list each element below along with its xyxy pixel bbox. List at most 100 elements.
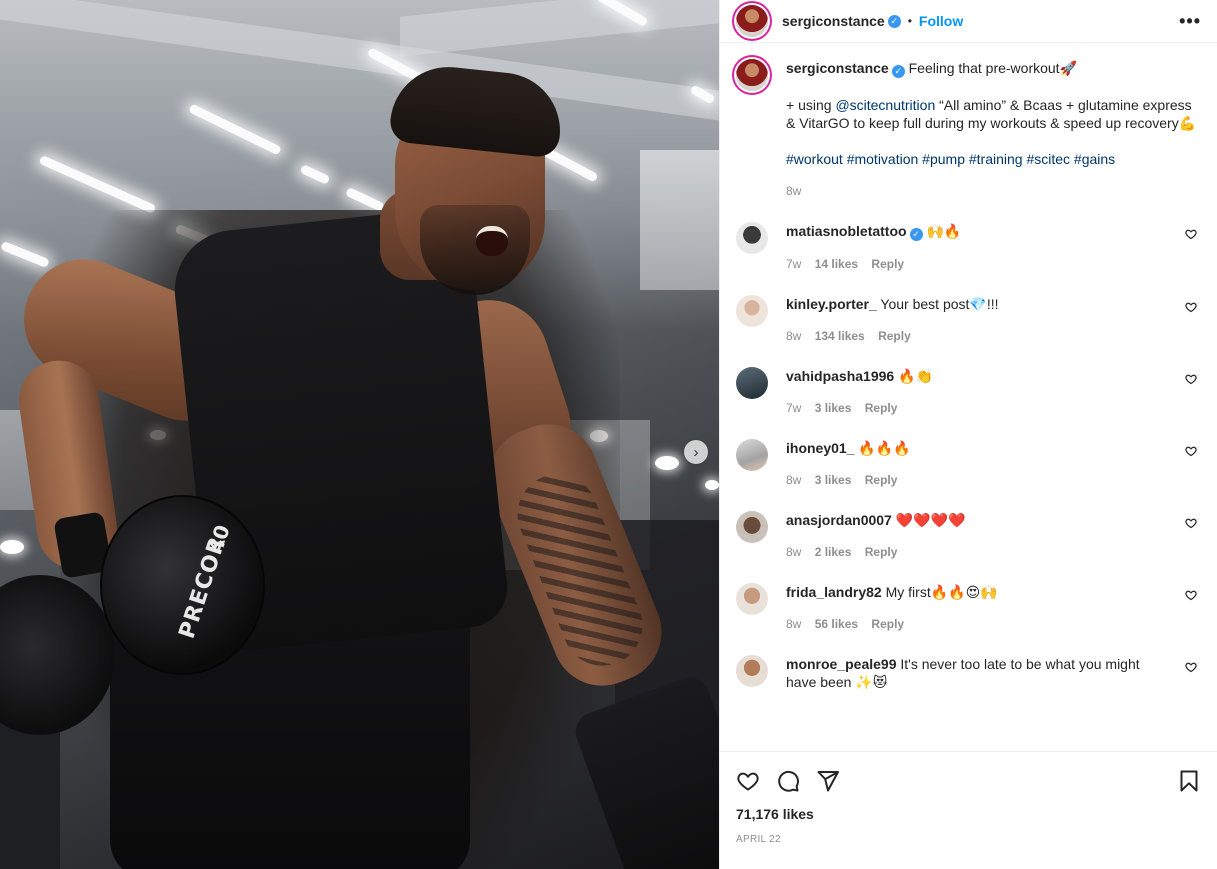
- comment-likes[interactable]: 134 likes: [815, 329, 865, 343]
- comment-time[interactable]: 8w: [786, 545, 801, 559]
- comment-username[interactable]: kinley.porter_: [786, 296, 877, 312]
- comment-body: kinley.porter_ Your best post💎!!! 8w 134…: [786, 295, 1201, 345]
- comment-item: frida_landry82 My first🔥🔥😍🙌 8w 56 likes …: [736, 583, 1201, 633]
- gym-window: [640, 150, 719, 290]
- bokeh-light: [0, 540, 24, 554]
- comment-item: vahidpasha1996 🔥👏 7w 3 likes Reply: [736, 367, 1201, 417]
- athlete-mouth: [476, 226, 508, 256]
- comment-likes[interactable]: 3 likes: [815, 473, 852, 487]
- comment-username[interactable]: monroe_peale99: [786, 656, 897, 672]
- chevron-right-icon[interactable]: ›: [684, 440, 708, 464]
- comment-meta: 7w 14 likes Reply: [786, 255, 1171, 273]
- post-photo[interactable]: PRECOR 40 ›: [0, 0, 719, 869]
- comment-meta: 8w 134 likes Reply: [786, 327, 1171, 345]
- comment-body: ihoney01_ 🔥🔥🔥 8w 3 likes Reply: [786, 439, 1201, 489]
- comments-list[interactable]: sergiconstance ✓ Feeling that pre-workout…: [720, 43, 1217, 751]
- commenter-avatar[interactable]: [736, 583, 768, 615]
- comment-body: matiasnobletattoo ✓ 🙌🔥 7w 14 likes Reply: [786, 222, 1201, 273]
- heart-icon[interactable]: [1185, 589, 1197, 601]
- comment-meta: 8w 56 likes Reply: [786, 615, 1171, 633]
- comment-time[interactable]: 8w: [786, 473, 801, 487]
- caption-body: sergiconstance ✓ Feeling that pre-workout…: [786, 59, 1201, 200]
- comment-likes[interactable]: 2 likes: [815, 545, 852, 559]
- reply-button[interactable]: Reply: [878, 329, 911, 343]
- comment-body: anasjordan0007 ❤️❤️❤️❤️ 8w 2 likes Reply: [786, 511, 1201, 561]
- comment-time[interactable]: 8w: [786, 329, 801, 343]
- heart-icon[interactable]: [1185, 301, 1197, 313]
- author-username[interactable]: sergiconstance: [782, 13, 885, 29]
- comment-time[interactable]: 7w: [786, 401, 801, 415]
- comment-item: anasjordan0007 ❤️❤️❤️❤️ 8w 2 likes Reply: [736, 511, 1201, 561]
- verified-badge-icon: ✓: [891, 65, 905, 78]
- comment-item: monroe_peale99 It's never too late to be…: [736, 655, 1201, 691]
- bokeh-light: [655, 456, 679, 470]
- separator-dot: •: [907, 14, 912, 28]
- comment-meta: 8w 2 likes Reply: [786, 543, 1171, 561]
- comment-icon[interactable]: [776, 769, 800, 793]
- comment-likes[interactable]: 56 likes: [815, 617, 858, 631]
- comment-username[interactable]: matiasnobletattoo: [786, 223, 907, 239]
- action-bar: [736, 764, 1201, 798]
- reply-button[interactable]: Reply: [871, 617, 904, 631]
- heart-icon[interactable]: [1185, 661, 1197, 673]
- comment-meta: 8w 3 likes Reply: [786, 471, 1171, 489]
- follow-button[interactable]: Follow: [919, 13, 963, 29]
- heart-icon[interactable]: [1185, 517, 1197, 529]
- comment-time[interactable]: 7w: [786, 257, 801, 271]
- comment-username[interactable]: ihoney01_: [786, 440, 854, 456]
- comment-item: matiasnobletattoo ✓ 🙌🔥 7w 14 likes Reply: [736, 222, 1201, 273]
- comment-username[interactable]: vahidpasha1996: [786, 368, 894, 384]
- commenter-avatar[interactable]: [736, 367, 768, 399]
- comment-text: 🔥👏: [898, 368, 933, 384]
- caption-prefix: + using: [786, 97, 836, 113]
- bokeh-light: [705, 480, 719, 490]
- comment-likes[interactable]: 14 likes: [815, 257, 858, 271]
- commenter-avatar[interactable]: [736, 222, 768, 254]
- commenter-avatar[interactable]: [736, 295, 768, 327]
- heart-icon[interactable]: [1185, 373, 1197, 385]
- commenter-avatar[interactable]: [736, 655, 768, 687]
- heart-icon[interactable]: [1185, 445, 1197, 457]
- comment-text: ❤️❤️❤️❤️: [895, 512, 966, 528]
- comment-body: monroe_peale99 It's never too late to be…: [786, 655, 1201, 691]
- caption-avatar[interactable]: [736, 59, 768, 91]
- bookmark-icon[interactable]: [1177, 769, 1201, 793]
- caption-hashtags[interactable]: #workout #motivation #pump #training #sc…: [786, 150, 1201, 168]
- caption-mention[interactable]: @scitecnutrition: [835, 97, 935, 113]
- comment-body: vahidpasha1996 🔥👏 7w 3 likes Reply: [786, 367, 1201, 417]
- likes-count[interactable]: 71,176 likes: [736, 806, 1201, 822]
- comment-text: Your best post💎!!!: [880, 296, 999, 312]
- comment-likes[interactable]: 3 likes: [815, 401, 852, 415]
- share-icon[interactable]: [816, 769, 840, 793]
- comment-item: kinley.porter_ Your best post💎!!! 8w 134…: [736, 295, 1201, 345]
- comment-time[interactable]: 8w: [786, 617, 801, 631]
- post-side-panel: sergiconstance ✓ • Follow ••• sergiconst…: [719, 0, 1217, 869]
- verified-badge-icon: ✓: [909, 228, 923, 241]
- reply-button[interactable]: Reply: [871, 257, 904, 271]
- more-options-icon[interactable]: •••: [1179, 11, 1201, 32]
- comment-text: 🙌🔥: [926, 223, 962, 239]
- caption-username[interactable]: sergiconstance: [786, 60, 889, 76]
- comment-username[interactable]: anasjordan0007: [786, 512, 892, 528]
- post-date[interactable]: APRIL 22: [736, 834, 1201, 845]
- commenter-avatar[interactable]: [736, 511, 768, 543]
- heart-icon[interactable]: [1185, 228, 1197, 240]
- reply-button[interactable]: Reply: [865, 473, 898, 487]
- post-header: sergiconstance ✓ • Follow •••: [720, 0, 1217, 43]
- author-avatar[interactable]: [736, 5, 768, 37]
- caption-time[interactable]: 8w: [786, 182, 1201, 200]
- comment-text: My first🔥🔥😍🙌: [885, 584, 998, 600]
- reply-button[interactable]: Reply: [865, 545, 898, 559]
- comment-body: frida_landry82 My first🔥🔥😍🙌 8w 56 likes …: [786, 583, 1201, 633]
- comment-meta: 7w 3 likes Reply: [786, 399, 1171, 417]
- post-modal: PRECOR 40 › sergiconstance ✓ • Follow ••…: [0, 0, 1217, 869]
- reply-button[interactable]: Reply: [865, 401, 898, 415]
- heart-icon[interactable]: [736, 769, 760, 793]
- comment-item: ihoney01_ 🔥🔥🔥 8w 3 likes Reply: [736, 439, 1201, 489]
- verified-badge-icon: ✓: [887, 14, 901, 28]
- dumbbell-front-plate: [100, 495, 265, 675]
- caption-line-1: Feeling that pre-workout🚀: [908, 60, 1078, 76]
- post-caption: sergiconstance ✓ Feeling that pre-workout…: [736, 59, 1201, 200]
- commenter-avatar[interactable]: [736, 439, 768, 471]
- comment-username[interactable]: frida_landry82: [786, 584, 882, 600]
